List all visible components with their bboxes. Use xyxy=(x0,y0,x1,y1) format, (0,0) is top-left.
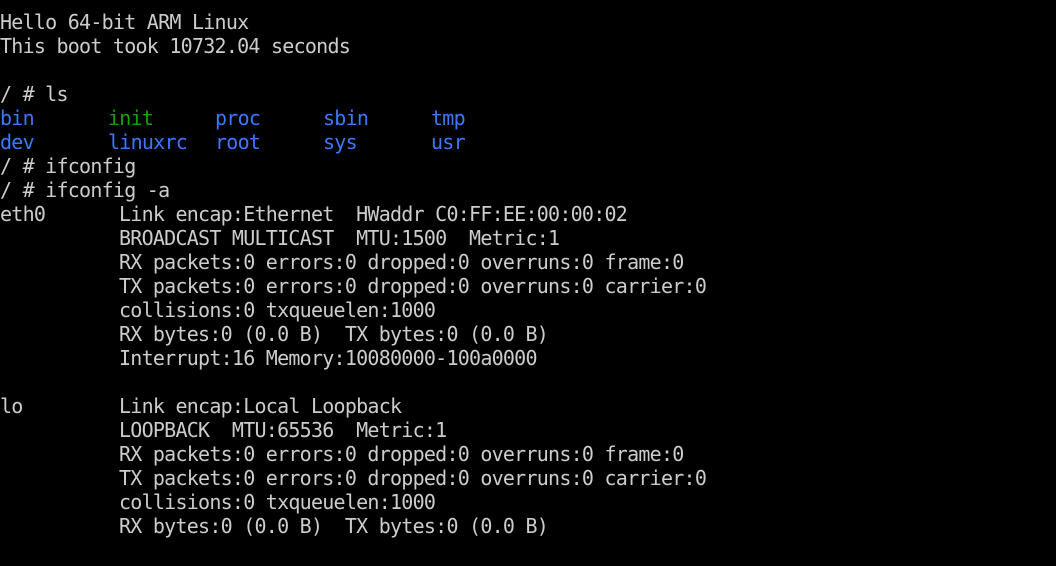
ls-entry-proc: proc xyxy=(215,106,261,130)
eth0-rx-packets: RX packets:0 errors:0 dropped:0 overruns… xyxy=(119,250,684,274)
interface-name-lo: lo xyxy=(0,394,23,418)
boot-time-line: This boot took 10732.04 seconds xyxy=(0,34,351,58)
ls-entry-linuxrc: linuxrc xyxy=(108,130,188,154)
lo-flags: LOOPBACK MTU:65536 Metric:1 xyxy=(119,418,447,442)
shell-prompt[interactable]: / # xyxy=(0,562,1056,566)
eth0-line-5: collisions:0 txqueuelen:1000 xyxy=(0,298,1056,322)
lo-tx-packets: TX packets:0 errors:0 dropped:0 overruns… xyxy=(119,466,707,490)
eth0-link-encap: Link encap:Ethernet HWaddr C0:FF:EE:00:0… xyxy=(119,202,628,226)
ls-entry-dev: dev xyxy=(0,130,35,154)
eth0-interrupt-memory: Interrupt:16 Memory:10080000-100a0000 xyxy=(119,346,538,370)
eth0-line-2: BROADCAST MULTICAST MTU:1500 Metric:1 xyxy=(0,226,1056,250)
eth0-line-3: RX packets:0 errors:0 dropped:0 overruns… xyxy=(0,250,1056,274)
lo-collisions: collisions:0 txqueuelen:1000 xyxy=(119,490,436,514)
lo-line-5: collisions:0 txqueuelen:1000 xyxy=(0,490,1056,514)
command-ifconfig-a: / # ifconfig -a xyxy=(0,178,170,202)
boot-banner-line: Hello 64-bit ARM Linux xyxy=(0,10,249,34)
eth0-line-7: Interrupt:16 Memory:10080000-100a0000 xyxy=(0,346,1056,370)
lo-line-1: lo Link encap:Local Loopback xyxy=(0,394,1056,418)
command-ls: / # ls xyxy=(0,82,69,106)
eth0-flags: BROADCAST MULTICAST MTU:1500 Metric:1 xyxy=(119,226,560,250)
ls-entry-bin: bin xyxy=(0,106,35,130)
ls-output-row-1: bin init proc sbin tmp xyxy=(0,106,1056,130)
lo-line-3: RX packets:0 errors:0 dropped:0 overruns… xyxy=(0,442,1056,466)
lo-rx-packets: RX packets:0 errors:0 dropped:0 overruns… xyxy=(119,442,684,466)
lo-link-encap: Link encap:Local Loopback xyxy=(119,394,402,418)
lo-line-6: RX bytes:0 (0.0 B) TX bytes:0 (0.0 B) xyxy=(0,514,1056,538)
lo-bytes: RX bytes:0 (0.0 B) TX bytes:0 (0.0 B) xyxy=(119,514,549,538)
ls-entry-sys: sys xyxy=(323,130,358,154)
ls-entry-init: init xyxy=(108,106,154,130)
interface-name-eth0: eth0 xyxy=(0,202,46,226)
eth0-bytes: RX bytes:0 (0.0 B) TX bytes:0 (0.0 B) xyxy=(119,322,549,346)
ls-entry-tmp: tmp xyxy=(431,106,466,130)
ls-entry-sbin: sbin xyxy=(323,106,369,130)
ls-entry-usr: usr xyxy=(431,130,466,154)
eth0-line-4: TX packets:0 errors:0 dropped:0 overruns… xyxy=(0,274,1056,298)
eth0-collisions: collisions:0 txqueuelen:1000 xyxy=(119,298,436,322)
eth0-line-6: RX bytes:0 (0.0 B) TX bytes:0 (0.0 B) xyxy=(0,322,1056,346)
eth0-line-1: eth0 Link encap:Ethernet HWaddr C0:FF:EE… xyxy=(0,202,1056,226)
terminal-window[interactable]: Hello 64-bit ARM Linux This boot took 10… xyxy=(0,10,1056,566)
eth0-tx-packets: TX packets:0 errors:0 dropped:0 overruns… xyxy=(119,274,707,298)
ls-output-row-2: dev linuxrc root sys usr xyxy=(0,130,1056,154)
lo-line-2: LOOPBACK MTU:65536 Metric:1 xyxy=(0,418,1056,442)
ls-entry-root: root xyxy=(215,130,261,154)
command-ifconfig: / # ifconfig xyxy=(0,154,136,178)
lo-line-4: TX packets:0 errors:0 dropped:0 overruns… xyxy=(0,466,1056,490)
